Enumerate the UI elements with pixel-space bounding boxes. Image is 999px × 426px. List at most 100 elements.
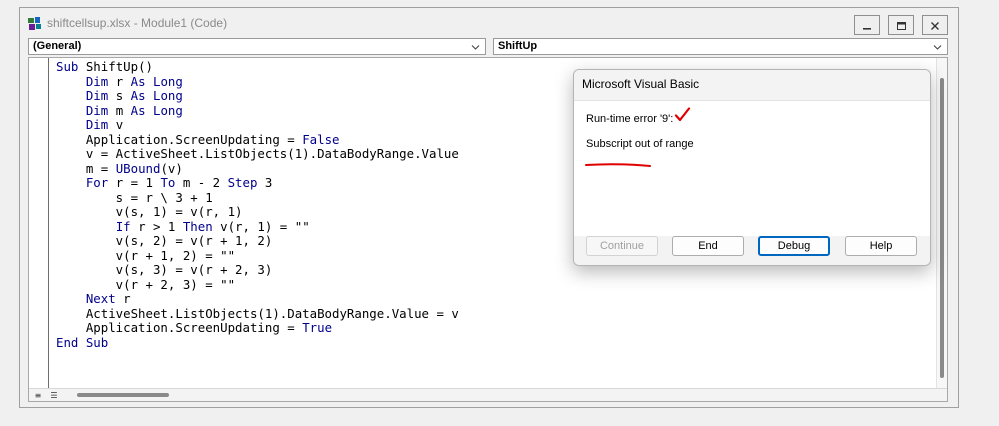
debug-button[interactable]: Debug xyxy=(758,236,830,256)
code-line[interactable]: If r > 1 Then v(r, 1) = "" xyxy=(56,218,459,235)
chevron-down-icon xyxy=(471,42,480,51)
code-line[interactable]: m = UBound(v) xyxy=(56,160,459,177)
code-keyword: Dim xyxy=(85,88,109,103)
editor-bottom-bar: ≡ ☰ xyxy=(29,388,947,401)
red-underline xyxy=(585,153,651,172)
procedure-view-icon[interactable]: ≡ xyxy=(31,390,45,401)
code-token: Application.ScreenUpdating = xyxy=(56,320,303,335)
code-line[interactable]: End Sub xyxy=(56,334,459,351)
vertical-scrollbar[interactable] xyxy=(936,58,947,388)
code-line[interactable]: Application.ScreenUpdating = False xyxy=(56,131,459,148)
code-line[interactable]: ActiveSheet.ListObjects(1).DataBodyRange… xyxy=(56,305,459,322)
code-keyword: As Long xyxy=(130,102,183,118)
margin-indicator-bar[interactable] xyxy=(29,58,49,388)
dialog-title: Microsoft Visual Basic xyxy=(574,70,930,100)
code-token: v(s, 1) = v(r, 1) xyxy=(56,204,243,219)
window-title: shiftcellsup.xlsx - Module1 (Code) xyxy=(47,16,228,30)
end-button[interactable]: End xyxy=(672,236,744,256)
horizontal-scrollbar-thumb[interactable] xyxy=(77,393,169,397)
code-line[interactable]: For r = 1 To m - 2 Step 3 xyxy=(56,175,459,191)
code-keyword: Dim xyxy=(85,117,109,132)
code-token: r xyxy=(108,73,131,89)
continue-button[interactable]: Continue xyxy=(586,236,658,256)
code-line[interactable]: Next r xyxy=(56,291,459,307)
error-code-label: Run-time error '9': xyxy=(586,113,674,125)
code-line[interactable]: Dim m As Long xyxy=(56,102,459,119)
code-token: v = ActiveSheet.ListObjects(1).DataBodyR… xyxy=(56,146,459,161)
code-keyword: True xyxy=(302,320,333,335)
help-button[interactable]: Help xyxy=(845,236,917,256)
close-icon xyxy=(930,16,940,35)
code-token: (v) xyxy=(160,160,183,176)
code-keyword: UBound xyxy=(115,160,161,176)
code-line[interactable]: v(r + 2, 3) = "" xyxy=(56,276,459,293)
code-token: v(s, 3) = v(r + 2, 3) xyxy=(56,262,273,277)
code-line[interactable]: Sub ShiftUp() xyxy=(56,59,459,75)
code-line[interactable]: s = r \ 3 + 1 xyxy=(56,189,459,206)
code-line[interactable]: Dim v xyxy=(56,117,459,133)
code-token: v(s, 2) = v(r + 1, 2) xyxy=(56,233,273,248)
code-token: v(r + 1, 2) = "" xyxy=(56,247,236,263)
title-bar[interactable]: shiftcellsup.xlsx - Module1 (Code) xyxy=(20,8,958,39)
red-checkmark-icon xyxy=(674,107,691,127)
vba-module-icon xyxy=(27,16,43,32)
error-message-label: Subscript out of range xyxy=(586,138,694,150)
dialog-body: Run-time error '9': Subscript out of ran… xyxy=(574,100,930,236)
code-token: Application.ScreenUpdating = xyxy=(56,131,303,147)
code-token: v xyxy=(108,117,124,132)
code-text[interactable]: Sub ShiftUp() Dim r As Long Dim s As Lon… xyxy=(56,59,459,351)
dialog-button-bar: Continue End Debug Help xyxy=(574,236,930,265)
full-module-view-icon[interactable]: ☰ xyxy=(47,390,61,401)
code-line[interactable]: v(s, 3) = v(r + 2, 3) xyxy=(56,262,459,278)
code-token: s = r \ 3 + 1 xyxy=(56,189,213,205)
minimize-icon xyxy=(862,16,872,35)
code-token: m - 2 xyxy=(175,175,228,190)
code-keyword: As Long xyxy=(130,73,183,89)
code-line[interactable]: Dim r As Long xyxy=(56,73,459,90)
code-line[interactable]: Dim s As Long xyxy=(56,88,459,104)
code-token: 3 xyxy=(257,175,273,190)
vertical-scrollbar-thumb[interactable] xyxy=(940,78,944,378)
restore-button[interactable] xyxy=(888,15,914,35)
minimize-button[interactable] xyxy=(854,15,880,35)
code-keyword: Dim xyxy=(85,73,109,89)
code-keyword: As Long xyxy=(130,88,183,103)
object-combo-value: (General) xyxy=(33,40,82,52)
code-token: m xyxy=(108,102,131,118)
code-keyword: False xyxy=(302,131,340,147)
code-line[interactable]: v = ActiveSheet.ListObjects(1).DataBodyR… xyxy=(56,146,459,162)
restore-icon xyxy=(896,16,907,35)
close-button[interactable] xyxy=(922,15,948,35)
code-line[interactable]: Application.ScreenUpdating = True xyxy=(56,320,459,336)
code-line[interactable]: v(s, 1) = v(r, 1) xyxy=(56,204,459,220)
runtime-error-dialog: Microsoft Visual Basic Run-time error '9… xyxy=(573,69,931,266)
code-token: m = xyxy=(56,160,116,176)
code-token: ActiveSheet.ListObjects(1).DataBodyRange… xyxy=(56,305,459,321)
code-token: v(r + 2, 3) = "" xyxy=(56,276,236,292)
code-line[interactable]: v(s, 2) = v(r + 1, 2) xyxy=(56,233,459,249)
procedure-combo-value: ShiftUp xyxy=(498,40,538,52)
object-combo[interactable]: (General) xyxy=(28,38,486,55)
code-keyword: If xyxy=(115,218,131,234)
procedure-combo[interactable]: ShiftUp xyxy=(493,38,948,55)
code-keyword: Dim xyxy=(85,102,109,118)
code-line[interactable]: v(r + 1, 2) = "" xyxy=(56,247,459,264)
code-keyword: End Sub xyxy=(56,334,109,350)
code-keyword: For xyxy=(85,175,109,190)
code-token: r xyxy=(115,291,131,306)
code-token: r = 1 xyxy=(108,175,161,190)
code-keyword: Next xyxy=(85,291,116,306)
code-keyword: Sub xyxy=(56,59,79,74)
code-keyword: Step xyxy=(227,175,258,190)
code-token: s xyxy=(108,88,131,103)
chevron-down-icon xyxy=(933,42,942,51)
code-keyword: Then xyxy=(182,218,213,234)
code-token: ShiftUp() xyxy=(78,59,153,74)
